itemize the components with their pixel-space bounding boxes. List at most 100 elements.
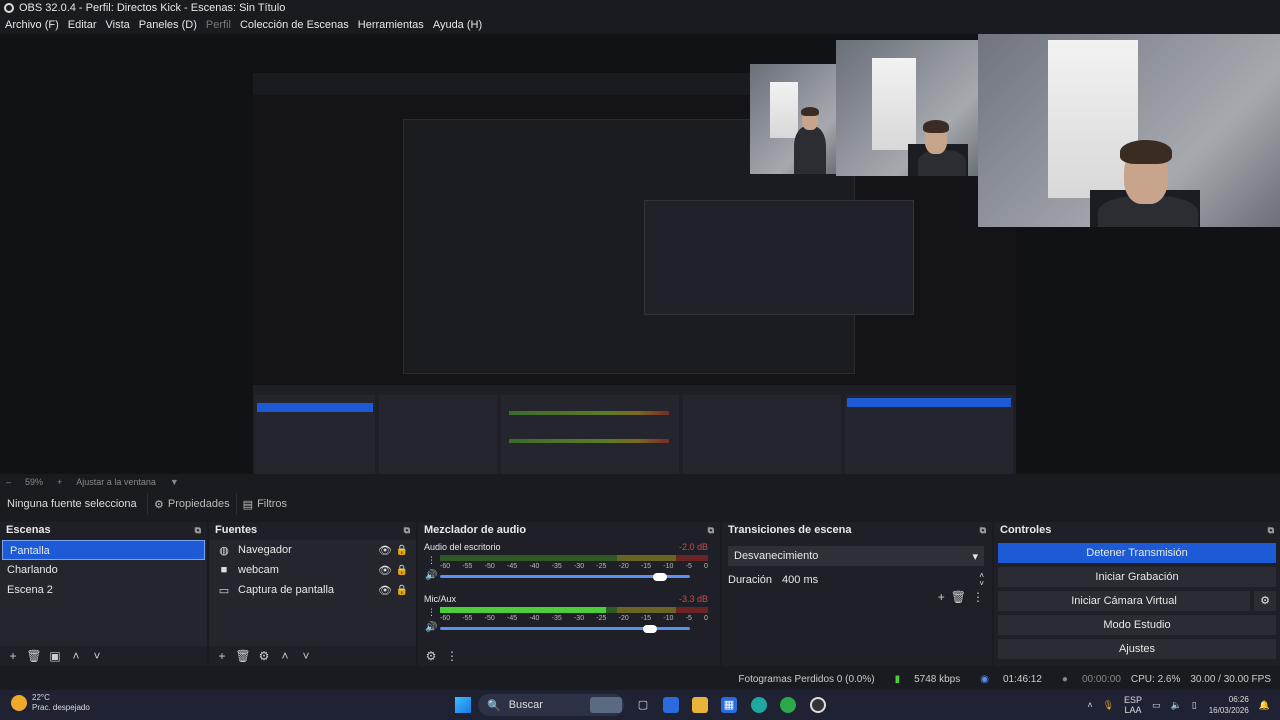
- undock-icon[interactable]: ⧉: [195, 525, 201, 536]
- weather-widget[interactable]: 22°C Prac. despejado: [11, 693, 90, 713]
- mixer-channel-desktop: Audio del escritorio -2.0 dB ⋮ -60 -55 -50…: [418, 540, 720, 592]
- menu-herramientas[interactable]: Herramientas: [358, 19, 424, 31]
- chevron-up-icon[interactable]: ˄: [276, 649, 294, 663]
- zoom-bar: – 59% + Ajustar a la ventana ▼: [0, 475, 1280, 489]
- gear-icon[interactable]: ⚙: [1254, 591, 1276, 611]
- menu-perfil[interactable]: Perfil: [206, 19, 231, 31]
- edge-icon[interactable]: [751, 697, 767, 713]
- undock-icon[interactable]: ⧉: [1268, 525, 1274, 536]
- microphone-icon[interactable]: 🎙: [1103, 700, 1114, 711]
- scene-item-escena-2[interactable]: Escena 2: [0, 580, 207, 600]
- meter-tick-label: -15: [640, 563, 652, 570]
- lock-icon[interactable]: 🔒: [396, 585, 408, 596]
- trash-icon[interactable]: 🗑: [25, 649, 43, 663]
- chevron-down-icon[interactable]: ▼: [170, 477, 179, 487]
- scene-item-pantalla[interactable]: Pantalla: [2, 540, 205, 560]
- duration-row: Duración 400 ms ˄ ˅: [722, 572, 992, 588]
- undock-icon[interactable]: ⧉: [708, 525, 714, 536]
- source-item-webcam[interactable]: ■ webcam 👁 🔒: [209, 560, 416, 580]
- source-item-navegador[interactable]: ◍ Navegador 👁 🔒: [209, 540, 416, 560]
- chevron-up-icon[interactable]: ˄: [1087, 700, 1092, 710]
- speaker-icon[interactable]: 🔊: [425, 622, 437, 633]
- chevron-up-icon[interactable]: ˄: [67, 649, 85, 663]
- clock[interactable]: 06:26 16/03/2026: [1209, 694, 1249, 716]
- speaker-icon[interactable]: 🔊: [425, 570, 437, 581]
- transition-select[interactable]: Desvanecimiento ▾: [728, 546, 984, 566]
- more-icon[interactable]: ⋮: [443, 649, 461, 663]
- gear-icon[interactable]: ⚙: [422, 649, 440, 663]
- menu-ayuda[interactable]: Ayuda (H): [433, 19, 482, 31]
- source-label: Navegador: [238, 544, 292, 556]
- weather-desc: Prac. despejado: [32, 703, 90, 712]
- battery-icon[interactable]: ▯: [1192, 700, 1197, 711]
- volume-handle[interactable]: [643, 625, 657, 633]
- more-icon[interactable]: ⋮: [427, 555, 436, 566]
- eye-icon[interactable]: 👁: [378, 584, 392, 597]
- audio-mixer-dock: Mezclador de audio ⧉ Audio del escritori…: [418, 522, 720, 666]
- menu-archivo[interactable]: Archivo (F): [5, 19, 59, 31]
- virtual-camera-button[interactable]: Iniciar Cámara Virtual: [998, 591, 1250, 611]
- settings-button[interactable]: Ajustes: [998, 639, 1276, 659]
- menu-coleccion-escenas[interactable]: Colección de Escenas: [240, 19, 349, 31]
- obs-icon[interactable]: [810, 697, 826, 713]
- gear-icon: ⚙: [154, 498, 164, 511]
- meter-tick-label: 0: [704, 563, 708, 570]
- add-icon[interactable]: +: [213, 649, 231, 663]
- more-icon[interactable]: ⋮: [972, 590, 984, 604]
- duration-stepper[interactable]: ˄ ˅: [979, 572, 984, 588]
- fit-to-window-label[interactable]: Ajustar a la ventana: [76, 477, 156, 487]
- source-item-captura[interactable]: ▭ Captura de pantalla 👁 🔒: [209, 580, 416, 600]
- duration-input[interactable]: 400 ms: [782, 574, 818, 586]
- menu-paneles[interactable]: Paneles (D): [139, 19, 197, 31]
- captured-nested-screen-2: [644, 200, 914, 315]
- network-icon[interactable]: ▭: [1152, 700, 1161, 711]
- meter-ticks: -60 -55 -50 -45 -40 -35 -30 -25 -20 -15 -10 -5 0: [440, 563, 708, 572]
- transitions-body: Desvanecimiento ▾ Duración 400 ms ˄ ˅ + 🗑…: [722, 540, 992, 646]
- volume-handle[interactable]: [653, 573, 667, 581]
- folder-icon[interactable]: [692, 697, 708, 713]
- studio-mode-button[interactable]: Modo Estudio: [998, 615, 1276, 635]
- lock-icon[interactable]: 🔒: [396, 545, 408, 556]
- meter-tick-label: -5: [685, 563, 692, 570]
- meter-tick-label: -50: [484, 615, 495, 622]
- zoom-out-button[interactable]: –: [6, 477, 11, 487]
- preview-canvas[interactable]: [0, 34, 1280, 474]
- chevron-down-icon[interactable]: ˅: [88, 649, 106, 663]
- volume-icon[interactable]: 🔈: [1171, 700, 1182, 711]
- language-indicator[interactable]: ESP LAA: [1124, 695, 1142, 715]
- filters-label: Filtros: [257, 498, 288, 510]
- eye-icon[interactable]: 👁: [378, 564, 392, 577]
- windows-start-icon[interactable]: [455, 697, 471, 713]
- filters-button[interactable]: ▤ Filtros: [235, 493, 293, 515]
- add-icon[interactable]: +: [4, 649, 22, 663]
- lock-icon[interactable]: 🔒: [396, 565, 408, 576]
- zoom-in-button[interactable]: +: [57, 477, 62, 487]
- channel-name: Audio del escritorio: [424, 542, 501, 552]
- gear-icon[interactable]: ⚙: [255, 649, 273, 663]
- add-icon[interactable]: +: [938, 590, 945, 604]
- start-recording-button[interactable]: Iniciar Grabación: [998, 567, 1276, 587]
- filter-icon[interactable]: ▣: [46, 649, 64, 663]
- copilot-icon[interactable]: [663, 697, 679, 713]
- record-icon: ●: [1061, 673, 1068, 685]
- notification-icon[interactable]: 🔔: [1259, 700, 1270, 711]
- menu-vista[interactable]: Vista: [106, 19, 130, 31]
- more-icon[interactable]: ⋮: [427, 607, 436, 618]
- store-icon[interactable]: ▦: [721, 697, 737, 713]
- chevron-down-icon[interactable]: ˅: [297, 649, 315, 663]
- task-view-icon[interactable]: ▢: [635, 697, 651, 713]
- undock-icon[interactable]: ⧉: [980, 525, 986, 536]
- eye-icon[interactable]: 👁: [378, 544, 392, 557]
- transitions-dock: Transiciones de escena ⧉ Desvanecimiento…: [722, 522, 992, 666]
- scene-item-charlando[interactable]: Charlando: [0, 560, 207, 580]
- trash-icon[interactable]: 🗑: [951, 590, 966, 604]
- undock-icon[interactable]: ⧉: [404, 525, 410, 536]
- zoom-value: 59%: [25, 477, 44, 487]
- chrome-icon[interactable]: [780, 697, 796, 713]
- properties-button[interactable]: ⚙ Propiedades: [147, 493, 236, 515]
- chevron-down-icon: ▾: [972, 550, 978, 563]
- menu-editar[interactable]: Editar: [68, 19, 97, 31]
- stop-stream-button[interactable]: Detener Transmisión: [998, 543, 1276, 563]
- trash-icon[interactable]: 🗑: [234, 649, 252, 663]
- widget-icon[interactable]: [590, 697, 622, 713]
